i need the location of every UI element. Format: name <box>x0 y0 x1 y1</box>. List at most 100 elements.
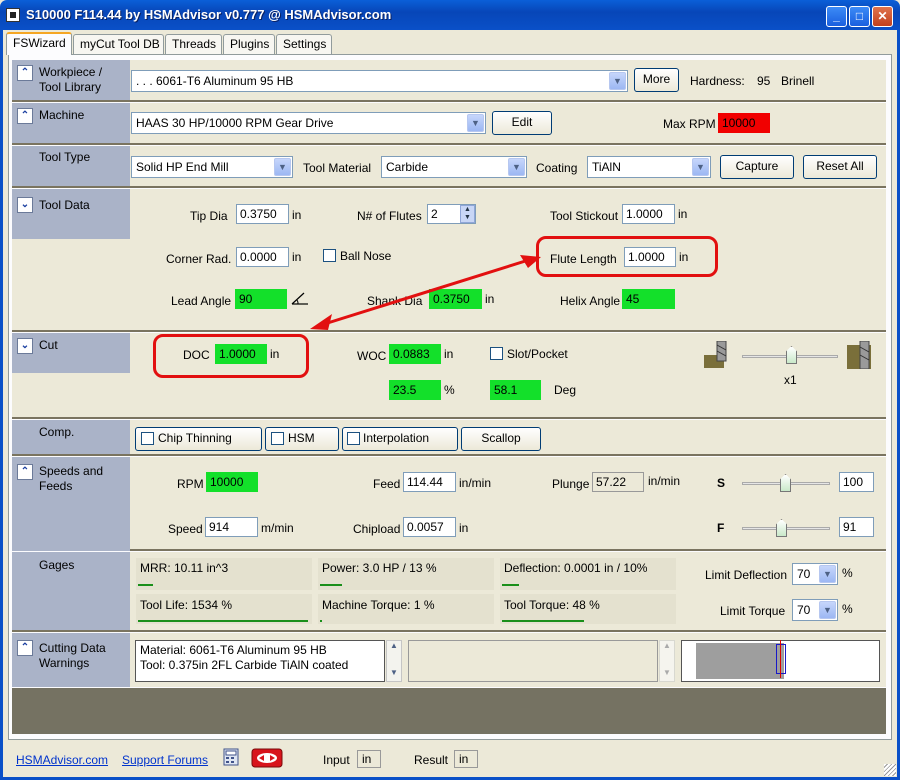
minimize-button[interactable]: _ <box>826 6 847 27</box>
flutes-value: 2 <box>431 207 438 221</box>
helix-angle-field[interactable]: 45 <box>622 289 675 309</box>
tool-type-select[interactable]: Solid HP End Mill ▼ <box>131 156 293 178</box>
mrr-bar <box>138 584 153 586</box>
collapse-workpiece-button[interactable]: ⌃ <box>17 65 33 81</box>
empty-panel-area <box>12 688 886 734</box>
limit-torque-pct: % <box>842 602 853 616</box>
shank-dia-unit: in <box>485 292 495 306</box>
coating-label: Coating <box>536 161 578 175</box>
feed-override-label: F <box>717 521 725 535</box>
tab-mycut-tool-db[interactable]: myCut Tool DB <box>73 34 164 54</box>
deflection-text: Deflection: 0.0001 in / 10% <box>504 561 648 575</box>
doc-field[interactable]: 1.0000 <box>215 344 267 364</box>
support-forums-link[interactable]: Support Forums <box>122 753 208 767</box>
woc-percent-unit: % <box>444 383 455 397</box>
speed-field[interactable]: 914 <box>205 517 258 537</box>
input-unit-field[interactable]: in <box>357 750 381 768</box>
hsmadvisor-link[interactable]: HSMAdvisor.com <box>16 753 108 767</box>
full-depth-cut-icon[interactable] <box>847 340 875 370</box>
limit-torque-select[interactable]: 70 ▼ <box>792 599 838 621</box>
coating-value: TiAlN <box>592 160 621 174</box>
collapse-machine-button[interactable]: ⌃ <box>17 108 33 124</box>
interpolation-checkbox[interactable] <box>347 432 360 445</box>
tool-preview-line <box>780 640 781 678</box>
slot-pocket-checkbox[interactable] <box>490 347 503 360</box>
workpiece-label-1: Workpiece / <box>39 65 103 79</box>
collapse-cut-button[interactable]: ⌄ <box>17 338 33 354</box>
cut-section <box>12 333 886 419</box>
flute-length-field[interactable]: 1.0000 <box>624 247 676 267</box>
warnings-scrollbar[interactable]: ▲ ▼ <box>386 640 402 682</box>
collapse-warnings-button[interactable]: ⌃ <box>17 640 33 656</box>
resize-grip-icon[interactable] <box>884 764 896 776</box>
result-unit-label: Result <box>414 753 449 767</box>
chipload-label: Chipload <box>353 522 401 536</box>
input-unit-label: Input <box>323 753 350 767</box>
tip-dia-field[interactable]: 0.3750 <box>236 204 289 224</box>
scallop-button[interactable]: Scallop <box>461 427 541 451</box>
machine-select[interactable]: HAAS 30 HP/10000 RPM Gear Drive ▼ <box>131 112 486 134</box>
mrr-text: MRR: 10.11 in^3 <box>140 561 229 575</box>
notes-textbox[interactable] <box>408 640 658 682</box>
more-button[interactable]: More <box>634 68 679 92</box>
tab-settings[interactable]: Settings <box>276 34 332 54</box>
feed-override-field[interactable]: 91 <box>839 517 874 537</box>
collapse-speeds-button[interactable]: ⌃ <box>17 464 33 480</box>
shallow-cut-icon[interactable] <box>704 340 728 369</box>
shank-dia-field[interactable]: 0.3750 <box>429 289 482 309</box>
cut-label: Cut <box>39 338 58 352</box>
speed-label: Speed <box>168 522 203 536</box>
corner-rad-label: Corner Rad. <box>166 252 232 266</box>
hardness-value: 95 <box>757 74 771 88</box>
close-button[interactable]: ✕ <box>872 6 893 27</box>
spinner-arrows-icon[interactable]: ▲ ▼ <box>460 205 475 223</box>
tab-plugins[interactable]: Plugins <box>223 34 275 54</box>
woc-field[interactable]: 0.0883 <box>389 344 441 364</box>
chipload-field[interactable]: 0.0057 <box>403 517 456 537</box>
rpm-field[interactable]: 10000 <box>206 472 258 492</box>
tip-dia-unit: in <box>292 208 302 222</box>
calculator-icon[interactable] <box>222 747 242 767</box>
lead-angle-field[interactable]: 90 <box>235 289 287 309</box>
tab-fswizard[interactable]: FSWizard <box>6 32 72 55</box>
tab-threads[interactable]: Threads <box>165 34 222 54</box>
notes-scrollbar[interactable]: ▲ ▼ <box>659 640 675 682</box>
chip-thinning-checkbox[interactable] <box>141 432 154 445</box>
feed-field[interactable]: 114.44 <box>403 472 456 492</box>
machine-value: HAAS 30 HP/10000 RPM Gear Drive <box>136 116 334 130</box>
shank-dia-label: Shank Dia <box>367 294 423 308</box>
window-title: S10000 F114.44 by HSMAdvisor v0.777 @ HS… <box>26 7 392 22</box>
capture-button[interactable]: Capture <box>720 155 794 179</box>
material-select[interactable]: . . . 6061-T6 Aluminum 95 HB ▼ <box>131 70 628 92</box>
chevron-down-icon: ▼ <box>274 158 291 176</box>
warnings-line-1: Material: 6061-T6 Aluminum 95 HB <box>140 643 327 657</box>
lead-angle-label: Lead Angle <box>171 294 232 308</box>
tool-material-label: Tool Material <box>303 161 372 175</box>
plunge-unit: in/min <box>648 474 681 488</box>
hsm-checkbox[interactable] <box>271 432 284 445</box>
coating-select[interactable]: TiAlN ▼ <box>587 156 711 178</box>
rpm-label: RPM <box>177 477 204 491</box>
cut-multiplier: x1 <box>784 373 797 387</box>
tool-preview-shape <box>696 643 784 679</box>
max-rpm-field[interactable]: 10000 <box>718 113 770 133</box>
collapse-tool-data-button[interactable]: ⌄ <box>17 197 33 213</box>
ball-nose-checkbox[interactable] <box>323 249 336 262</box>
speed-override-field[interactable]: 100 <box>839 472 874 492</box>
plunge-field[interactable]: 57.22 <box>592 472 644 492</box>
tool-stickout-field[interactable]: 1.0000 <box>622 204 675 224</box>
chip-thinning-toggle[interactable]: Chip Thinning <box>135 427 262 451</box>
woc-percent-field[interactable]: 23.5 <box>389 380 441 400</box>
limit-deflection-select[interactable]: 70 ▼ <box>792 563 838 585</box>
unit-converter-icon[interactable] <box>251 748 283 768</box>
ball-nose-label: Ball Nose <box>340 249 392 263</box>
engagement-angle-field[interactable]: 58.1 <box>490 380 541 400</box>
maximize-button[interactable]: □ <box>849 6 870 27</box>
corner-rad-field[interactable]: 0.0000 <box>236 247 289 267</box>
tool-material-select[interactable]: Carbide ▼ <box>381 156 527 178</box>
flute-length-label: Flute Length <box>550 252 617 266</box>
reset-all-button[interactable]: Reset All <box>803 155 877 179</box>
edit-machine-button[interactable]: Edit <box>492 111 552 135</box>
chevron-down-icon: ▼ <box>609 72 626 90</box>
result-unit-field[interactable]: in <box>454 750 478 768</box>
